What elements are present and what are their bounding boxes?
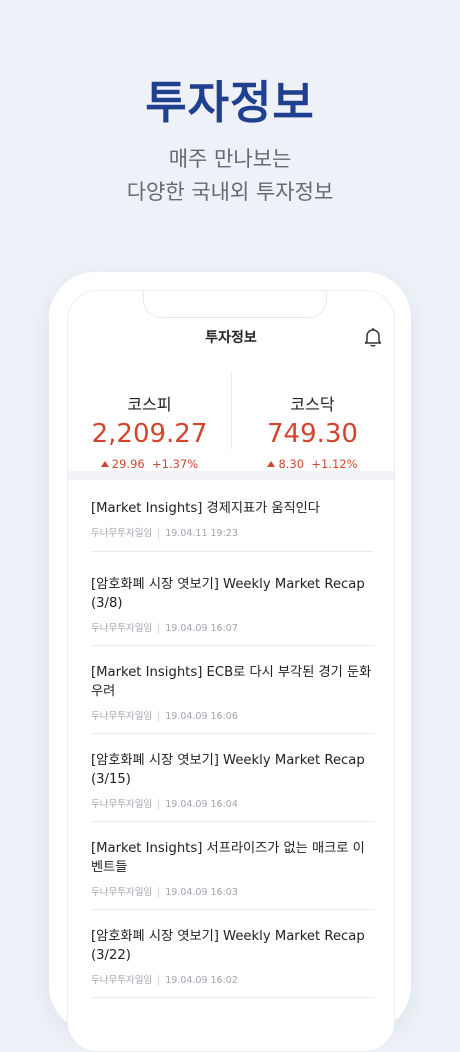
hero-subtitle-line1: 매주 만나보는: [168, 147, 292, 171]
news-list: [Market Insights] 경제지표가 움직인다 두나무투자일임 19.0…: [68, 480, 394, 998]
news-item[interactable]: [암호화폐 시장 엿보기] Weekly Market Recap (3/8) …: [91, 552, 374, 646]
index-change-value: 29.96: [111, 457, 145, 471]
phone-screen: 투자정보 코스피 2,209.27 29.96 +1.37% 코스닥 749.3…: [67, 290, 395, 1052]
index-value: 2,209.27: [91, 419, 208, 449]
news-date: 19.04.09 16:04: [165, 799, 238, 810]
index-value: 749.30: [267, 419, 358, 449]
hero-subtitle: 매주 만나보는 다양한 국내외 투자정보: [0, 143, 460, 209]
news-source: 두나무투자일임: [91, 528, 160, 539]
news-title: [암호화폐 시장 엿보기] Weekly Market Recap (3/8): [91, 577, 365, 611]
app-title: 투자정보: [205, 330, 257, 346]
news-title: [Market Insights] 경제지표가 움직인다: [91, 501, 320, 516]
news-source: 두나무투자일임: [91, 799, 160, 810]
news-item[interactable]: [Market Insights] ECB로 다시 부각된 경기 둔화 우려 두…: [91, 646, 374, 734]
hero-subtitle-line2: 다양한 국내외 투자정보: [126, 180, 334, 204]
index-card-kosdaq[interactable]: 코스닥 749.30 8.30 +1.12%: [231, 371, 394, 471]
index-change-pct: +1.37%: [152, 457, 199, 471]
news-source: 두나무투자일임: [91, 623, 160, 634]
index-change-value: 8.30: [278, 457, 305, 471]
news-item[interactable]: [Market Insights] 경제지표가 움직인다 두나무투자일임 19.0…: [91, 480, 374, 552]
news-source: 두나무투자일임: [91, 711, 160, 722]
phone-notch: [143, 291, 327, 318]
index-name: 코스피: [127, 395, 172, 414]
index-change-pct: +1.12%: [311, 457, 358, 471]
index-name: 코스닥: [290, 395, 335, 414]
news-item[interactable]: [암호화폐 시장 엿보기] Weekly Market Recap (3/15)…: [91, 734, 374, 822]
news-date: 19.04.09 16:02: [165, 975, 238, 986]
news-title: [암호화폐 시장 엿보기] Weekly Market Recap (3/15): [91, 753, 365, 787]
news-meta: 두나무투자일임 19.04.11 19:23: [91, 525, 374, 539]
up-triangle-icon: [100, 461, 109, 467]
news-source: 두나무투자일임: [91, 887, 160, 898]
news-title: [Market Insights] ECB로 다시 부각된 경기 둔화 우려: [91, 665, 372, 699]
news-title: [암호화폐 시장 엿보기] Weekly Market Recap (3/22): [91, 929, 365, 963]
index-change: 8.30 +1.12%: [231, 457, 394, 471]
news-source: 두나무투자일임: [91, 975, 160, 986]
news-item[interactable]: [암호화폐 시장 엿보기] Weekly Market Recap (3/22)…: [91, 910, 374, 998]
news-meta: 두나무투자일임 19.04.09 16:03: [91, 884, 374, 898]
news-meta: 두나무투자일임 19.04.09 16:02: [91, 972, 374, 986]
bell-icon[interactable]: [362, 326, 384, 348]
news-meta: 두나무투자일임 19.04.09 16:04: [91, 796, 374, 810]
news-meta: 두나무투자일임 19.04.09 16:06: [91, 708, 374, 722]
news-title: [Market Insights] 서프라이즈가 없는 매크로 이벤트들: [91, 841, 365, 875]
hero-title: 투자정보: [145, 76, 315, 129]
news-date: 19.04.09 16:06: [165, 711, 238, 722]
index-card-kospi[interactable]: 코스피 2,209.27 29.96 +1.37%: [68, 371, 231, 471]
news-item[interactable]: [Market Insights] 서프라이즈가 없는 매크로 이벤트들 두나무…: [91, 822, 374, 910]
section-separator: [68, 471, 394, 480]
phone-frame: 투자정보 코스피 2,209.27 29.96 +1.37% 코스닥 749.3…: [49, 272, 411, 1052]
news-date: 19.04.09 16:03: [165, 887, 238, 898]
news-date: 19.04.09 16:07: [165, 623, 238, 634]
news-meta: 두나무투자일임 19.04.09 16:07: [91, 620, 374, 634]
market-index-row: 코스피 2,209.27 29.96 +1.37% 코스닥 749.30 8.3…: [68, 371, 394, 471]
up-triangle-icon: [267, 461, 276, 467]
news-date: 19.04.11 19:23: [165, 528, 238, 539]
index-change: 29.96 +1.37%: [68, 457, 231, 471]
